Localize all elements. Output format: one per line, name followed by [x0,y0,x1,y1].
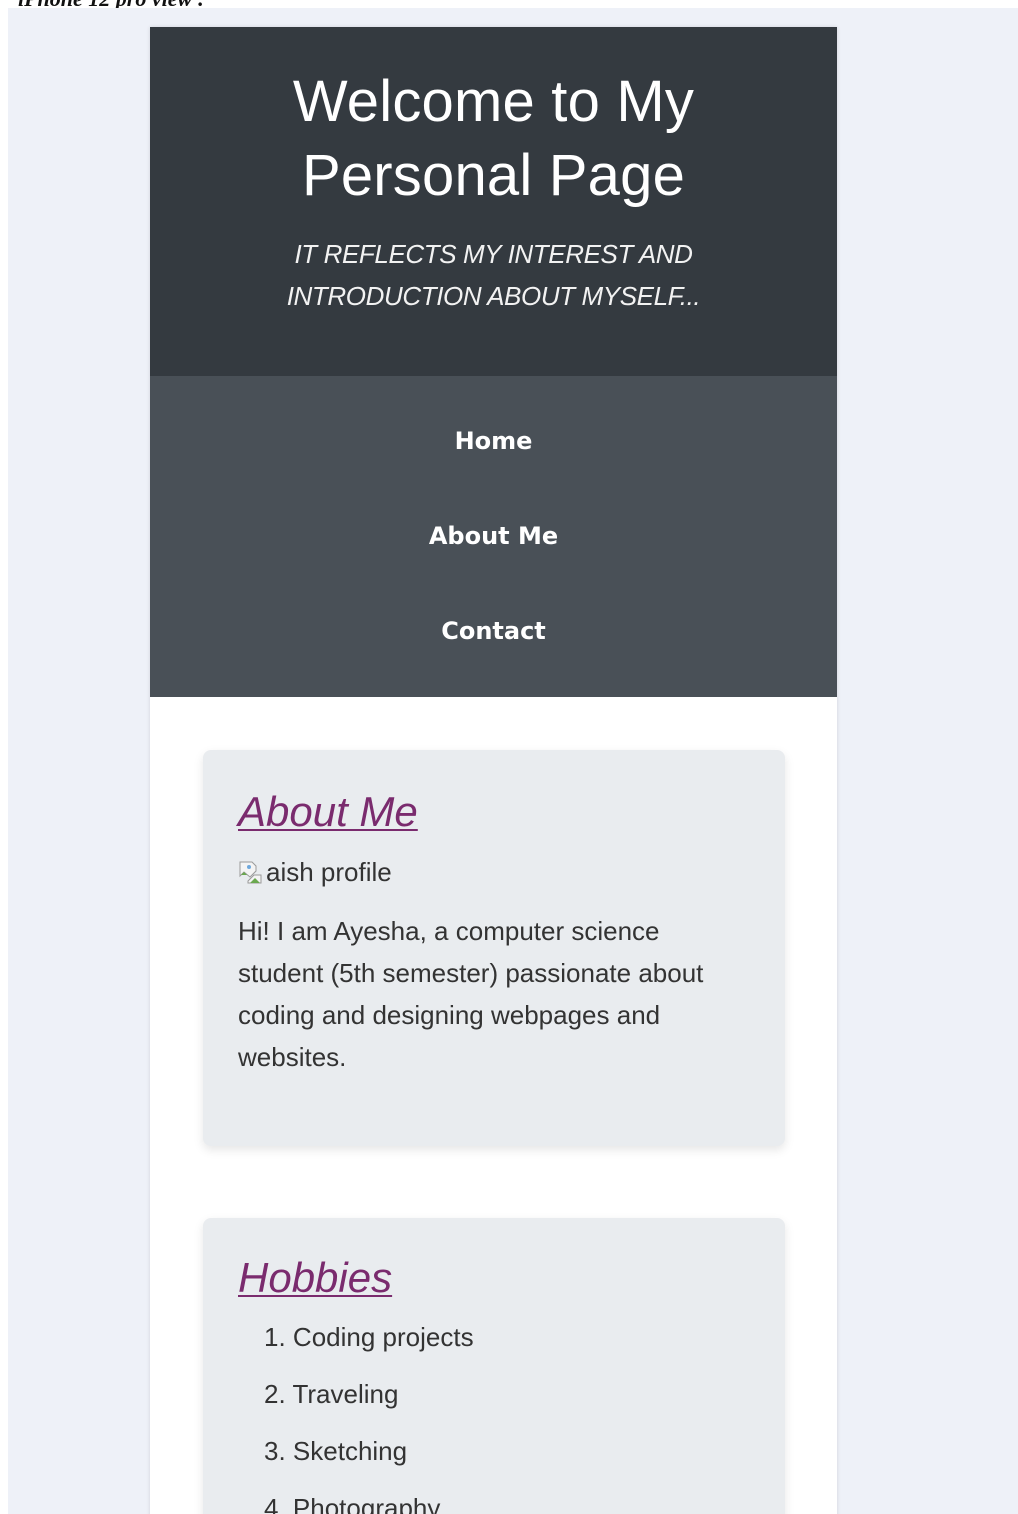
list-item-number: 4. [264,1493,286,1514]
about-me-section: About Me aish profile Hi! I am Ayesha, a [203,750,785,1146]
list-item-label: Traveling [292,1379,399,1409]
page-tagline: IT REFLECTS MY INTEREST AND INTRODUCTION… [286,239,701,311]
list-item: 1. Coding projects [264,1320,751,1377]
main-navigation: Home About Me Contact [150,376,837,697]
site-header: Welcome to My Personal Page IT REFLECTS … [150,27,837,376]
about-me-heading[interactable]: About Me [238,786,751,838]
mobile-page: Welcome to My Personal Page IT REFLECTS … [150,27,837,1514]
browser-viewport: Welcome to My Personal Page IT REFLECTS … [8,8,1018,1514]
list-item: 3. Sketching [264,1434,751,1491]
list-item-number: 3. [264,1436,286,1466]
nav-link-home[interactable]: Home [150,424,837,458]
hobbies-heading[interactable]: Hobbies [238,1252,751,1304]
hobbies-list: 1. Coding projects 2. Traveling 3. Sketc… [238,1320,751,1514]
list-item-label: Sketching [292,1436,408,1466]
about-me-text: Hi! I am Ayesha, a computer science stud… [238,916,704,1072]
nav-link-contact[interactable]: Contact [150,614,837,648]
list-item: 4. Photography [264,1491,751,1514]
main-content: About Me aish profile Hi! I am Ayesha, a [150,697,837,1514]
list-item-label: Photography [292,1493,441,1514]
profile-image-alt-text: aish profile [266,856,392,887]
page-title: Welcome to My Personal Page [292,69,695,208]
profile-image: aish profile [238,854,751,890]
broken-image-icon [238,859,264,885]
list-item-label: Coding projects [292,1322,474,1352]
list-item-number: 1. [264,1322,286,1352]
hobbies-section: Hobbies 1. Coding projects 2. Traveling … [203,1218,785,1514]
list-item: 2. Traveling [264,1377,751,1434]
nav-link-about-me[interactable]: About Me [150,519,837,553]
list-item-number: 2. [264,1379,286,1409]
